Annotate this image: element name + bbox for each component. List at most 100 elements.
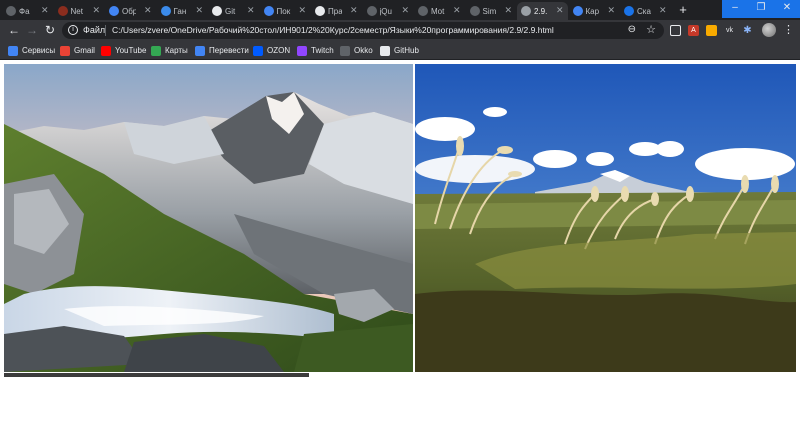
close-window-icon[interactable]: ✕ (774, 0, 800, 18)
tab[interactable]: Net ✕ (54, 2, 105, 20)
url-text[interactable]: C:/Users/zvere/OneDrive/Рабочий%20стол/И… (112, 25, 554, 35)
tab-close-icon[interactable]: ✕ (144, 5, 152, 16)
bookmark-twitch[interactable]: Twitch (297, 44, 334, 57)
apps-grid-icon (8, 45, 18, 56)
bookmark-label: Карты (165, 46, 188, 55)
tab-close-icon[interactable]: ✕ (556, 5, 564, 16)
bookmark-label: Перевести (209, 46, 249, 55)
tab-close-icon[interactable]: ✕ (607, 5, 615, 16)
address-bar[interactable]: i Файл C:/Users/zvere/OneDrive/Рабочий%2… (62, 22, 664, 39)
forward-icon[interactable]: → (24, 23, 40, 39)
youtube-icon (101, 45, 111, 56)
mountain-stream-image (4, 64, 413, 372)
tab-favicon-icon (315, 6, 325, 16)
back-icon[interactable]: ← (6, 23, 22, 39)
tab-title: Пра (328, 6, 342, 16)
tab[interactable]: Git ✕ (208, 2, 259, 20)
tab[interactable]: Фа ✕ (2, 2, 53, 20)
tab-favicon-icon (6, 6, 16, 16)
bookmark-label: Сервисы (22, 46, 56, 55)
tab-close-icon[interactable]: ✕ (350, 5, 358, 16)
bookmark-star-icon[interactable]: ☆ (646, 23, 656, 36)
tab-favicon-icon (57, 6, 68, 16)
minimize-icon[interactable]: – (722, 0, 748, 18)
bookmarks-bar: Сервисы Gmail YouTube Карты Перевести OZON Twi… (0, 41, 800, 60)
tab[interactable]: jQu ✕ (363, 2, 414, 20)
tab-title: Кар (585, 6, 600, 16)
tab-title: Ска (637, 6, 651, 16)
protocol-label: Файл (83, 25, 106, 35)
bookmark-перевести[interactable]: Перевести (195, 44, 249, 57)
tab[interactable]: Ган ✕ (157, 2, 208, 20)
tab-title: Ган (173, 6, 187, 16)
divider (105, 25, 106, 36)
restore-icon[interactable]: ❐ (748, 0, 774, 18)
tab[interactable]: 2.9. ✕ (517, 2, 568, 20)
extension-icon[interactable] (670, 25, 681, 36)
bookmark-okko[interactable]: Okko (340, 44, 373, 57)
bookmark-label: Okko (354, 46, 373, 55)
bookmark-label: Twitch (311, 46, 334, 55)
info-icon[interactable]: i (68, 25, 78, 35)
adblock-icon[interactable]: A (688, 25, 699, 36)
window-controls: – ❐ ✕ (722, 0, 800, 18)
avatar[interactable] (762, 23, 776, 37)
reload-icon[interactable]: ↻ (42, 23, 58, 39)
toolbar: ← → ↻ i Файл C:/Users/zvere/OneDrive/Раб… (0, 20, 800, 41)
bookmark-github[interactable]: GitHub (380, 44, 419, 57)
bookmark-gmail[interactable]: Gmail (60, 44, 95, 57)
tab-title: 2.9. (534, 6, 548, 16)
bookmark-label: Gmail (74, 46, 95, 55)
tab-favicon-icon (212, 6, 222, 16)
tab[interactable]: Sim ✕ (466, 2, 517, 20)
tab-close-icon[interactable]: ✕ (92, 5, 100, 16)
tab-favicon-icon (521, 6, 531, 16)
ozon-icon (253, 45, 263, 56)
page-content (0, 60, 800, 426)
bookmark-label: YouTube (115, 46, 147, 55)
tab-close-icon[interactable]: ✕ (247, 5, 255, 16)
tab[interactable]: Ска ✕ (620, 2, 671, 20)
tab-favicon-icon (469, 6, 480, 16)
bookmark-label: OZON (267, 46, 291, 55)
bookmark-сервисы[interactable]: Сервисы (8, 44, 55, 57)
tab[interactable]: Пра ✕ (311, 2, 362, 20)
tab[interactable]: Пок ✕ (260, 2, 311, 20)
tab-close-icon[interactable]: ✕ (453, 5, 461, 16)
tab-strip: + – ❐ ✕ Фа ✕ Net ✕ Обр ✕ Ган ✕ Git ✕ Пок ✕ Пра ✕ jQu ✕ M… (0, 0, 800, 20)
tab[interactable]: Mot ✕ (414, 2, 465, 20)
tab-title: Net (70, 6, 83, 16)
menu-icon[interactable]: ⋮ (783, 23, 794, 36)
puzzle-icon[interactable]: ✱ (742, 25, 753, 36)
tab-close-icon[interactable]: ✕ (41, 5, 49, 16)
tab-close-icon[interactable]: ✕ (195, 5, 203, 16)
zoom-icon[interactable]: ⊖ (628, 24, 636, 35)
tab[interactable]: Обр ✕ (105, 2, 156, 20)
tab-favicon-icon (624, 6, 634, 16)
tab-close-icon[interactable]: ✕ (401, 5, 409, 16)
tab-favicon-icon (160, 6, 171, 16)
tab-favicon-icon (366, 6, 377, 16)
tab-close-icon[interactable]: ✕ (659, 5, 667, 16)
tab-favicon-icon (418, 6, 428, 16)
tab-title: Git (225, 6, 236, 16)
maps-icon (151, 45, 161, 56)
tab[interactable]: Кар ✕ (569, 2, 620, 20)
bookmark-карты[interactable]: Карты (151, 44, 188, 57)
vk-icon[interactable]: vk (724, 25, 735, 36)
tab-title: Пок (276, 6, 291, 16)
bookmark-youtube[interactable]: YouTube (101, 44, 146, 57)
tab-title: Sim (482, 6, 497, 16)
new-tab-button[interactable]: + (676, 3, 690, 17)
horizontal-scrollbar[interactable] (4, 373, 309, 377)
tab-title: jQu (379, 6, 392, 16)
tab-favicon-icon (572, 6, 583, 16)
github-icon (380, 45, 390, 56)
grassland-image (415, 64, 796, 372)
translate-icon (195, 45, 205, 56)
tab-close-icon[interactable]: ✕ (298, 5, 306, 16)
bookmark-label: GitHub (394, 46, 419, 55)
extension-icon[interactable] (706, 25, 717, 36)
tab-close-icon[interactable]: ✕ (504, 5, 512, 16)
bookmark-ozon[interactable]: OZON (253, 44, 290, 57)
